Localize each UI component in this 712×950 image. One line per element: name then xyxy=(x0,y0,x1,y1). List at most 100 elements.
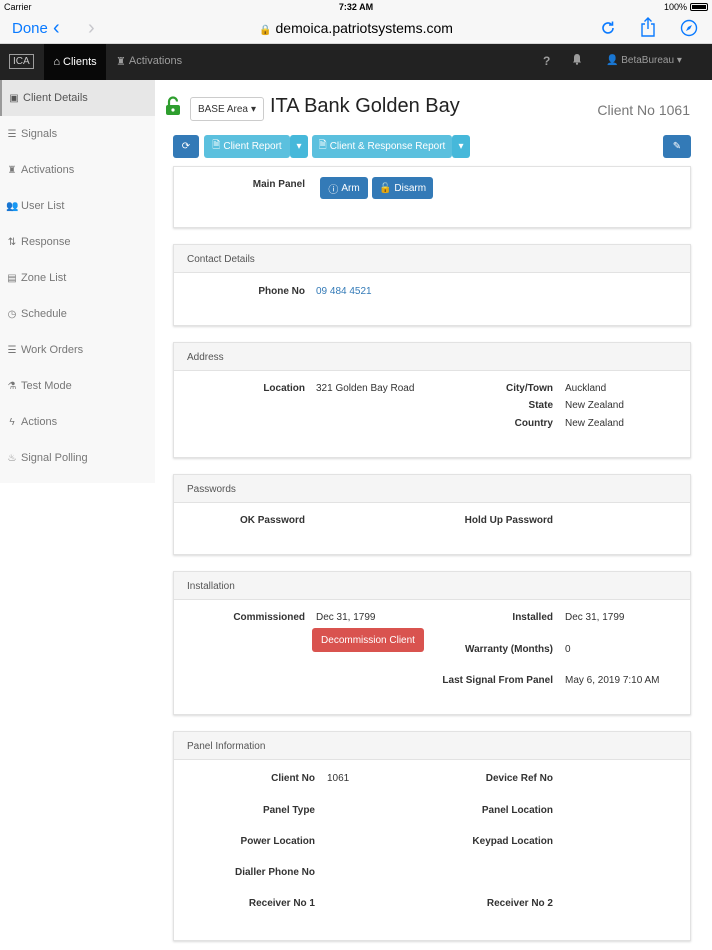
disarm-label: Disarm xyxy=(394,182,427,194)
disarm-button[interactable]: 🔓 Disarm xyxy=(372,177,433,199)
dialler-phone-label: Dialler Phone No xyxy=(234,867,315,878)
client-report-label: Client Report xyxy=(223,141,282,152)
nav-clients-label: Clients xyxy=(63,56,97,68)
sidebar-item-label: Test Mode xyxy=(21,380,72,392)
edit-button[interactable]: ✎ xyxy=(663,135,691,158)
status-time: 7:32 AM xyxy=(338,2,374,12)
state-label: State xyxy=(528,400,553,411)
client-number: Client No 1061 xyxy=(597,102,690,118)
sidebar-item-signals[interactable]: ☰ Signals xyxy=(0,116,155,152)
app-navbar: ICA ⌂ Clients ♜ Activations ? 👤 BetaBure… xyxy=(0,44,712,80)
power-location-label: Power Location xyxy=(240,836,315,847)
main-panel-section: Main Panel ⓘ Arm 🔓 Disarm xyxy=(173,166,691,228)
home-icon: ⌂ xyxy=(53,56,61,68)
battery-icon xyxy=(690,3,708,11)
caret-down-icon: ▾ xyxy=(251,103,257,115)
help-icon[interactable]: ? xyxy=(543,54,550,68)
location-label: Location xyxy=(263,383,305,394)
pencil-icon: ✎ xyxy=(672,141,682,152)
file-icon: 🗎 xyxy=(318,140,327,151)
receiver-1-label: Receiver No 1 xyxy=(248,898,315,909)
sidebar-item-test-mode[interactable]: ⚗ Test Mode xyxy=(0,368,155,404)
installation-section: Installation Commissioned Dec 31, 1799 D… xyxy=(173,571,691,715)
sidebar-item-response[interactable]: ⇅ Response xyxy=(0,224,155,260)
client-report-dropdown[interactable]: ▾ xyxy=(290,135,308,158)
client-response-report-button[interactable]: 🗎 Client & Response Report xyxy=(312,135,452,158)
trophy-icon: ♜ xyxy=(7,164,17,176)
main-panel-label: Main Panel xyxy=(252,179,305,190)
battery-status: 100% xyxy=(664,2,708,12)
sidebar-item-user-list[interactable]: 👥 User List xyxy=(0,188,155,224)
share-icon[interactable] xyxy=(640,17,656,42)
area-dropdown-label: BASE Area xyxy=(197,103,248,115)
user-icon: 👤 xyxy=(606,55,619,66)
decommission-button[interactable]: Decommission Client xyxy=(312,628,424,652)
panel-information-heading: Panel Information xyxy=(174,732,690,760)
building-icon: ▤ xyxy=(7,272,17,284)
sidebar-item-signal-polling[interactable]: ♨ Signal Polling xyxy=(0,440,155,476)
warranty-value: 0 xyxy=(565,644,571,655)
city-label: City/Town xyxy=(505,383,553,394)
trophy-icon: ♜ xyxy=(116,56,126,68)
last-signal-value: May 6, 2019 7:10 AM xyxy=(565,675,660,686)
clock-icon: ◷ xyxy=(7,308,17,320)
compass-icon[interactable] xyxy=(680,17,698,42)
contact-details-section: Contact Details Phone No 09 484 4521 xyxy=(173,244,691,326)
nav-activations-label: Activations xyxy=(128,55,183,67)
bell-icon[interactable] xyxy=(572,53,582,68)
sidebar-item-client-details[interactable]: ▣ Client Details xyxy=(0,80,155,116)
sidebar-item-actions[interactable]: ϟ Actions xyxy=(0,404,155,440)
address-heading: Address xyxy=(174,343,690,371)
caret-down-icon: ▾ xyxy=(296,141,302,152)
installation-heading: Installation xyxy=(174,572,690,600)
reload-icon[interactable] xyxy=(600,17,616,41)
browser-toolbar: Done ‹ › 🔒 demoica.patriotsystems.com xyxy=(0,14,712,44)
arm-label: Arm xyxy=(341,182,360,194)
user-menu[interactable]: 👤 BetaBureau ▾ xyxy=(606,55,682,66)
sidebar-item-label: Response xyxy=(21,236,71,248)
arm-button[interactable]: ⓘ Arm xyxy=(320,177,368,199)
sidebar-item-activations[interactable]: ♜ Activations xyxy=(0,152,155,188)
brand-logo[interactable]: ICA xyxy=(9,54,34,69)
holdup-password-label: Hold Up Password xyxy=(464,515,553,526)
url-text: demoica.patriotsystems.com xyxy=(275,20,453,36)
panel-information-section: Panel Information Client No 1061 Device … xyxy=(173,731,691,941)
keypad-location-label: Keypad Location xyxy=(472,836,553,847)
sidebar: ▣ Client Details ☰ Signals ♜ Activations… xyxy=(0,80,155,483)
installed-label: Installed xyxy=(512,612,553,623)
unlock-icon: 🔓 xyxy=(378,182,392,194)
contact-details-heading: Contact Details xyxy=(174,245,690,273)
nav-activations[interactable]: ♜ Activations xyxy=(116,55,182,68)
ok-password-label: OK Password xyxy=(239,515,305,526)
file-icon: 🗎 xyxy=(212,140,221,151)
area-dropdown[interactable]: BASE Area ▾ xyxy=(190,97,264,121)
caret-down-icon: ▾ xyxy=(676,55,682,66)
address-section: Address Location 321 Golden Bay Road Cit… xyxy=(173,342,691,458)
warranty-label: Warranty (Months) xyxy=(465,644,553,655)
flask-icon: ⚗ xyxy=(7,380,17,392)
list-icon: ☰ xyxy=(7,344,17,356)
user-name: BetaBureau xyxy=(621,55,675,66)
sidebar-item-zone-list[interactable]: ▤ Zone List xyxy=(0,260,155,296)
unlock-icon xyxy=(165,96,181,116)
sidebar-item-label: Actions xyxy=(21,416,58,428)
sidebar-item-label: Signal Polling xyxy=(21,452,88,464)
sidebar-item-work-orders[interactable]: ☰ Work Orders xyxy=(0,332,155,368)
nav-clients[interactable]: ⌂ Clients xyxy=(44,44,106,80)
passwords-heading: Passwords xyxy=(174,475,690,503)
client-no-value: 1061 xyxy=(327,773,350,784)
receiver-2-label: Receiver No 2 xyxy=(486,898,553,909)
client-response-report-dropdown[interactable]: ▾ xyxy=(452,135,470,158)
sidebar-item-schedule[interactable]: ◷ Schedule xyxy=(0,296,155,332)
client-response-report-label: Client & Response Report xyxy=(329,141,446,152)
refresh-button[interactable]: ⟳ xyxy=(173,135,199,158)
phone-link[interactable]: 09 484 4521 xyxy=(316,286,372,297)
info-icon: ⓘ xyxy=(328,184,339,196)
client-report-button[interactable]: 🗎 Client Report xyxy=(204,135,290,158)
fire-icon: ♨ xyxy=(7,452,17,464)
ios-status-bar: Carrier 7:32 AM 100% xyxy=(0,0,712,14)
sidebar-item-label: Activations xyxy=(21,164,75,176)
sidebar-item-label: Client Details xyxy=(23,92,88,104)
battery-percent: 100% xyxy=(663,2,687,12)
caret-down-icon: ▾ xyxy=(458,141,464,152)
